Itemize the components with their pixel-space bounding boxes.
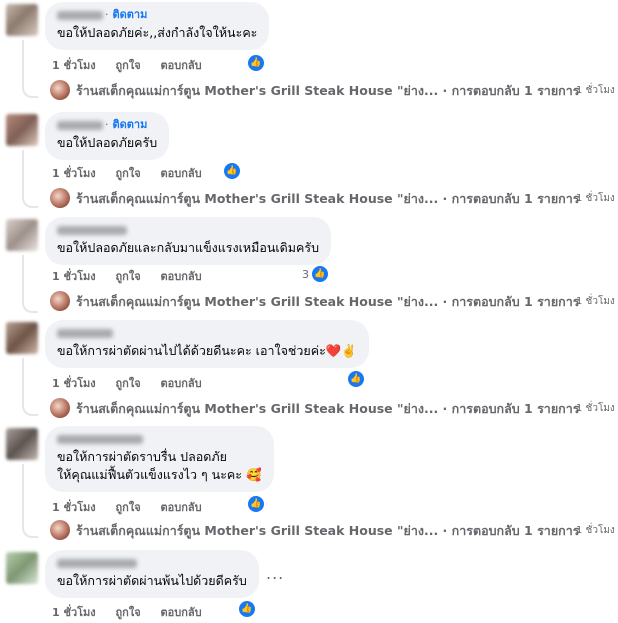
reply-summary-row[interactable]: ร้านสเต็กคุณแม่การ์ตูน Mother's Grill St…	[50, 80, 618, 100]
comment-actions: 1 ชั่วโมง ถูกใจ ตอบกลับ	[52, 498, 218, 516]
reply-thread-line	[22, 255, 38, 313]
comment-time[interactable]: 1 ชั่วโมง	[52, 167, 96, 180]
reply-button[interactable]: ตอบกลับ	[160, 501, 201, 514]
like-reaction-icon[interactable]: 👍	[239, 601, 255, 617]
reply-button[interactable]: ตอบกลับ	[160, 377, 201, 390]
reply-summary-text[interactable]: ร้านสเต็กคุณแม่การ์ตูน Mother's Grill St…	[76, 521, 579, 541]
reply-summary-time: 1 ชั่วโมง	[576, 193, 615, 204]
reply-summary-text[interactable]: ร้านสเต็กคุณแม่การ์ตูน Mother's Grill St…	[76, 189, 579, 209]
avatar[interactable]	[6, 552, 38, 584]
reply-summary-text[interactable]: ร้านสเต็กคุณแม่การ์ตูน Mother's Grill St…	[76, 292, 579, 312]
comment-text: ขอให้การผ่าตัดผ่านพ้นไปด้วยดีครับ	[57, 573, 247, 588]
comment-actions: 1 ชั่วโมง ถูกใจ ตอบกลับ	[52, 374, 218, 392]
page-avatar	[50, 520, 70, 540]
comment-text-line-2: ให้คุณแม่ฟื้นตัวแข็งแรงไว ๆ นะคะ 🥰	[57, 467, 262, 482]
comment-bubble: · ติดตาม ขอให้ปลอดภัยค่ะ,,ส่งกำลังใจให้นะ…	[45, 2, 270, 50]
comment-actions: 1 ชั่วโมง ถูกใจ ตอบกลับ	[52, 56, 218, 74]
reply-button[interactable]: ตอบกลับ	[160, 270, 201, 283]
reply-thread-line	[22, 150, 38, 208]
reply-button[interactable]: ตอบกลับ	[160, 167, 201, 180]
comment-time[interactable]: 1 ชั่วโมง	[52, 501, 96, 514]
comment-time[interactable]: 1 ชั่วโมง	[52, 59, 96, 72]
like-reaction-icon[interactable]: 👍	[348, 371, 364, 387]
comment-text: ขอให้ปลอดภัยครับ	[57, 135, 158, 150]
like-button[interactable]: ถูกใจ	[116, 167, 141, 180]
follow-link[interactable]: ติดตาม	[113, 118, 148, 131]
like-button[interactable]: ถูกใจ	[116, 377, 141, 390]
like-reaction-icon[interactable]: 👍	[224, 163, 240, 179]
reply-summary-row[interactable]: ร้านสเต็กคุณแม่การ์ตูน Mother's Grill St…	[50, 188, 618, 208]
comment-bubble: ขอให้การผ่าตัดผ่านพ้นไปด้วยดีครับ	[45, 550, 259, 598]
page-avatar	[50, 188, 70, 208]
comment-text-line-1: ขอให้การผ่าตัดราบรื่น ปลอดภัย	[57, 449, 227, 464]
like-button[interactable]: ถูกใจ	[116, 59, 141, 72]
page-avatar	[50, 398, 70, 418]
like-reaction-icon[interactable]: 👍	[248, 496, 264, 512]
comment-bubble: ขอให้การผ่าตัดผ่านไปได้ด้วยดีนะคะ เอาใจช…	[45, 320, 369, 368]
like-button[interactable]: ถูกใจ	[116, 501, 141, 514]
page-avatar	[50, 80, 70, 100]
avatar[interactable]	[6, 114, 38, 146]
reply-button[interactable]: ตอบกลับ	[160, 606, 201, 619]
comment-1: · ติดตาม ขอให้ปลอดภัยค่ะ,,ส่งกำลังใจให้นะ…	[0, 0, 618, 106]
reply-thread-line	[22, 358, 38, 416]
like-reaction-icon[interactable]: 👍	[312, 266, 328, 282]
comment-time[interactable]: 1 ชั่วโมง	[52, 606, 96, 619]
avatar[interactable]	[6, 428, 38, 460]
comment-actions: 1 ชั่วโมง ถูกใจ ตอบกลับ	[52, 603, 218, 621]
reaction-count[interactable]: 3	[302, 268, 309, 281]
comment-text: ขอให้การผ่าตัดผ่านไปได้ด้วยดีนะคะ เอาใจช…	[57, 343, 357, 358]
comment-text: ขอให้ปลอดภัยค่ะ,,ส่งกำลังใจให้นะคะ	[57, 25, 258, 40]
comment-actions: 1 ชั่วโมง ถูกใจ ตอบกลับ	[52, 164, 218, 182]
like-button[interactable]: ถูกใจ	[116, 270, 141, 283]
commenter-name[interactable]	[57, 328, 113, 338]
comment-4: ขอให้การผ่าตัดผ่านไปได้ด้วยดีนะคะ เอาใจช…	[0, 318, 618, 424]
comment-time[interactable]: 1 ชั่วโมง	[52, 270, 96, 283]
reply-summary-text[interactable]: ร้านสเต็กคุณแม่การ์ตูน Mother's Grill St…	[76, 81, 579, 101]
follow-link[interactable]: ติดตาม	[113, 8, 148, 21]
commenter-name[interactable]	[57, 225, 127, 235]
avatar[interactable]	[6, 322, 38, 354]
comment-3: ขอให้ปลอดภัยและกลับมาแข็งแรงเหมือนเดิมคร…	[0, 215, 618, 321]
comment-bubble: ขอให้ปลอดภัยและกลับมาแข็งแรงเหมือนเดิมคร…	[45, 217, 332, 265]
comment-5: ขอให้การผ่าตัดราบรื่น ปลอดภัย ให้คุณแม่ฟ…	[0, 424, 618, 544]
commenter-name[interactable]	[57, 558, 137, 568]
reply-summary-row[interactable]: ร้านสเต็กคุณแม่การ์ตูน Mother's Grill St…	[50, 398, 618, 418]
reply-summary-time: 1 ชั่วโมง	[576, 296, 615, 307]
reply-thread-line	[22, 464, 38, 538]
commenter-name[interactable]	[57, 434, 143, 444]
reply-summary-time: 1 ชั่วโมง	[576, 525, 615, 536]
like-button[interactable]: ถูกใจ	[116, 606, 141, 619]
page-avatar	[50, 291, 70, 311]
commenter-name[interactable]	[57, 120, 103, 130]
reply-summary-text[interactable]: ร้านสเต็กคุณแม่การ์ตูน Mother's Grill St…	[76, 399, 579, 419]
reply-summary-row[interactable]: ร้านสเต็กคุณแม่การ์ตูน Mother's Grill St…	[50, 291, 618, 311]
reply-thread-line	[22, 40, 38, 98]
comment-bubble: · ติดตาม ขอให้ปลอดภัยครับ	[45, 112, 170, 160]
comment-text: ขอให้ปลอดภัยและกลับมาแข็งแรงเหมือนเดิมคร…	[57, 240, 320, 255]
avatar[interactable]	[6, 219, 38, 251]
comment-2: · ติดตาม ขอให้ปลอดภัยครับ 1 ชั่วโมง ถูกใจ…	[0, 110, 618, 216]
reply-summary-row[interactable]: ร้านสเต็กคุณแม่การ์ตูน Mother's Grill St…	[50, 520, 618, 540]
comment-6: ขอให้การผ่าตัดผ่านพ้นไปด้วยดีครับ ... 1 …	[0, 548, 618, 623]
avatar[interactable]	[6, 4, 38, 36]
reply-summary-time: 1 ชั่วโมง	[576, 85, 615, 96]
comment-bubble: ขอให้การผ่าตัดราบรื่น ปลอดภัย ให้คุณแม่ฟ…	[45, 426, 274, 492]
reply-summary-time: 1 ชั่วโมง	[576, 403, 615, 414]
like-reaction-icon[interactable]: 👍	[248, 55, 264, 71]
reply-button[interactable]: ตอบกลับ	[160, 59, 201, 72]
commenter-name[interactable]	[57, 10, 103, 20]
comment-time[interactable]: 1 ชั่วโมง	[52, 377, 96, 390]
comment-actions: 1 ชั่วโมง ถูกใจ ตอบกลับ	[52, 267, 218, 285]
more-options-icon[interactable]: ...	[266, 564, 284, 583]
